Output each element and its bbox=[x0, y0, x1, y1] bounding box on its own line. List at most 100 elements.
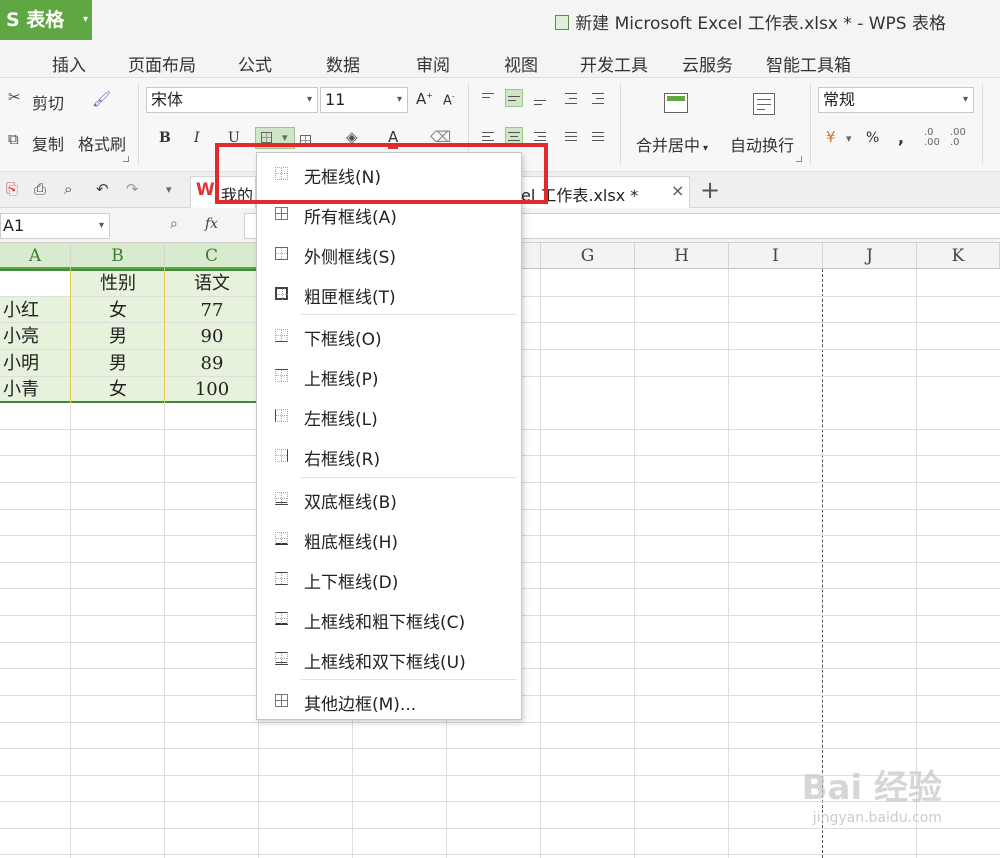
decrease-decimal-icon[interactable]: .00.0 bbox=[950, 128, 966, 148]
cell-a4[interactable]: 小明 bbox=[3, 350, 69, 376]
scissors-icon: ✂ bbox=[8, 88, 21, 106]
font-grow-button[interactable]: A+ bbox=[416, 90, 433, 108]
number-format-select[interactable]: 常规 ▾ bbox=[818, 87, 974, 113]
cell-b3[interactable]: 男 bbox=[71, 323, 165, 349]
font-shrink-button[interactable]: A- bbox=[443, 92, 455, 108]
tab-data[interactable]: 数据 bbox=[326, 51, 360, 76]
menu-separator bbox=[301, 314, 517, 315]
cell-a3[interactable]: 小亮 bbox=[3, 323, 69, 349]
add-tab-button[interactable]: + bbox=[700, 176, 720, 204]
align-top-icon[interactable] bbox=[480, 90, 498, 108]
app-menu-button[interactable]: S 表格 ▾ bbox=[0, 0, 92, 40]
justify-icon[interactable] bbox=[563, 128, 581, 146]
gridline bbox=[634, 269, 635, 858]
menu-item-left-border[interactable]: 左框线(L) bbox=[258, 396, 520, 436]
tab-review[interactable]: 审阅 bbox=[416, 51, 450, 76]
menu-item-top-border[interactable]: 上框线(P) bbox=[258, 356, 520, 396]
menu-item-right-border[interactable]: 右框线(R) bbox=[258, 436, 520, 476]
decrease-indent-icon[interactable] bbox=[563, 90, 581, 108]
col-header-k[interactable]: K bbox=[917, 243, 1000, 269]
menu-item-top-thick-bottom-border[interactable]: 上框线和粗下框线(C) bbox=[258, 599, 520, 639]
menu-item-top-bottom-border[interactable]: 上下框线(D) bbox=[258, 559, 520, 599]
col-header-i[interactable]: I bbox=[729, 243, 823, 269]
cell-c5[interactable]: 100 bbox=[165, 376, 259, 402]
increase-decimal-icon[interactable]: .0.00 bbox=[924, 128, 940, 148]
currency-icon[interactable]: ¥ bbox=[826, 130, 836, 145]
menu-bar: 插入 页面布局 公式 数据 审阅 视图 开发工具 云服务 智能工具箱 bbox=[0, 40, 1000, 78]
fx-button[interactable]: fx bbox=[205, 216, 218, 232]
cell-c2[interactable]: 77 bbox=[165, 297, 259, 323]
thick-bottom-border-icon bbox=[275, 532, 288, 545]
bottom-border-icon bbox=[275, 329, 288, 342]
cell-c4[interactable]: 89 bbox=[165, 350, 259, 376]
tab-view[interactable]: 视图 bbox=[504, 51, 538, 76]
cell-b1[interactable]: 性别 bbox=[71, 270, 165, 296]
align-bottom-icon[interactable] bbox=[532, 90, 550, 108]
col-header-b[interactable]: B bbox=[71, 243, 165, 269]
zoom-icon[interactable]: ⌕ bbox=[170, 216, 178, 232]
clipboard-launcher[interactable] bbox=[123, 156, 129, 162]
menu-item-bottom-border[interactable]: 下框线(O) bbox=[258, 316, 520, 356]
format-painter-button[interactable]: 格式刷 bbox=[78, 131, 126, 155]
copy-button[interactable]: 复制 bbox=[32, 131, 64, 155]
col-header-g[interactable]: G bbox=[541, 243, 635, 269]
customize-dropdown-icon[interactable]: ▾ bbox=[166, 183, 172, 196]
thick-box-border-icon bbox=[275, 287, 288, 300]
col-header-j[interactable]: J bbox=[823, 243, 917, 269]
wrap-text-icon bbox=[753, 93, 775, 115]
new-icon[interactable]: ⎘ bbox=[6, 182, 18, 197]
top-double-bottom-border-icon bbox=[275, 652, 288, 665]
alignment-launcher[interactable] bbox=[796, 156, 802, 162]
merge-center-button[interactable]: 合并居中 ▾ bbox=[636, 132, 708, 156]
tab-insert[interactable]: 插入 bbox=[52, 51, 86, 76]
bold-button[interactable]: B bbox=[159, 130, 171, 146]
right-border-icon bbox=[275, 449, 288, 462]
cell-c3[interactable]: 90 bbox=[165, 323, 259, 349]
all-borders-icon bbox=[275, 207, 288, 220]
tab-formulas[interactable]: 公式 bbox=[238, 51, 272, 76]
tab-developer[interactable]: 开发工具 bbox=[580, 51, 648, 76]
font-size-select[interactable]: 11 ▾ bbox=[320, 87, 408, 113]
font-name-select[interactable]: 宋体 ▾ bbox=[146, 87, 318, 113]
increase-indent-icon[interactable] bbox=[590, 90, 608, 108]
merge-center-icon bbox=[664, 93, 688, 113]
wrap-text-button[interactable]: 自动换行 bbox=[730, 132, 794, 156]
tab-page-layout[interactable]: 页面布局 bbox=[128, 51, 196, 76]
format-painter-icon: 🖌 bbox=[92, 90, 112, 108]
cell-a5[interactable]: 小青 bbox=[3, 376, 69, 402]
more-borders-icon bbox=[275, 694, 288, 707]
watermark-url: jingyan.baidu.com bbox=[812, 810, 942, 826]
chevron-down-icon: ▾ bbox=[82, 14, 88, 25]
gridline bbox=[540, 269, 541, 858]
top-border-icon bbox=[275, 369, 288, 382]
close-icon[interactable]: × bbox=[671, 181, 684, 200]
cell-b4[interactable]: 男 bbox=[71, 350, 165, 376]
cell-c1[interactable]: 语文 bbox=[165, 270, 259, 296]
tab-smart-tools[interactable]: 智能工具箱 bbox=[766, 51, 851, 76]
cell-a2[interactable]: 小红 bbox=[3, 297, 69, 323]
tab-cloud[interactable]: 云服务 bbox=[682, 51, 733, 76]
comma-button[interactable]: , bbox=[898, 128, 904, 147]
menu-item-top-double-bottom-border[interactable]: 上框线和双下框线(U) bbox=[258, 639, 520, 679]
col-header-h[interactable]: H bbox=[635, 243, 729, 269]
print-icon[interactable]: ⎙ bbox=[34, 182, 46, 197]
menu-item-thick-bottom-border[interactable]: 粗底框线(H) bbox=[258, 519, 520, 559]
menu-item-double-bottom-border[interactable]: 双底框线(B) bbox=[258, 479, 520, 519]
redo-icon[interactable]: ↷ bbox=[126, 182, 139, 197]
italic-button[interactable]: I bbox=[194, 130, 200, 146]
cell-b2[interactable]: 女 bbox=[71, 297, 165, 323]
undo-icon[interactable]: ↶ bbox=[96, 182, 109, 197]
distributed-align-icon[interactable] bbox=[590, 128, 608, 146]
col-header-a[interactable]: A bbox=[0, 243, 71, 269]
app-name: S 表格 bbox=[6, 9, 65, 31]
menu-item-more-borders[interactable]: 其他边框(M)... bbox=[258, 681, 520, 721]
print-preview-icon[interactable]: ⌕ bbox=[64, 182, 72, 197]
cut-button[interactable]: 剪切 bbox=[32, 90, 64, 114]
menu-item-thick-box-border[interactable]: 粗匣框线(T) bbox=[258, 274, 520, 314]
cell-b5[interactable]: 女 bbox=[71, 376, 165, 402]
name-box[interactable]: A1 ▾ bbox=[0, 213, 110, 239]
percent-button[interactable]: % bbox=[866, 130, 879, 146]
menu-item-outside-borders[interactable]: 外侧框线(S) bbox=[258, 234, 520, 274]
align-middle-icon[interactable] bbox=[505, 89, 523, 107]
col-header-c[interactable]: C bbox=[165, 243, 259, 269]
